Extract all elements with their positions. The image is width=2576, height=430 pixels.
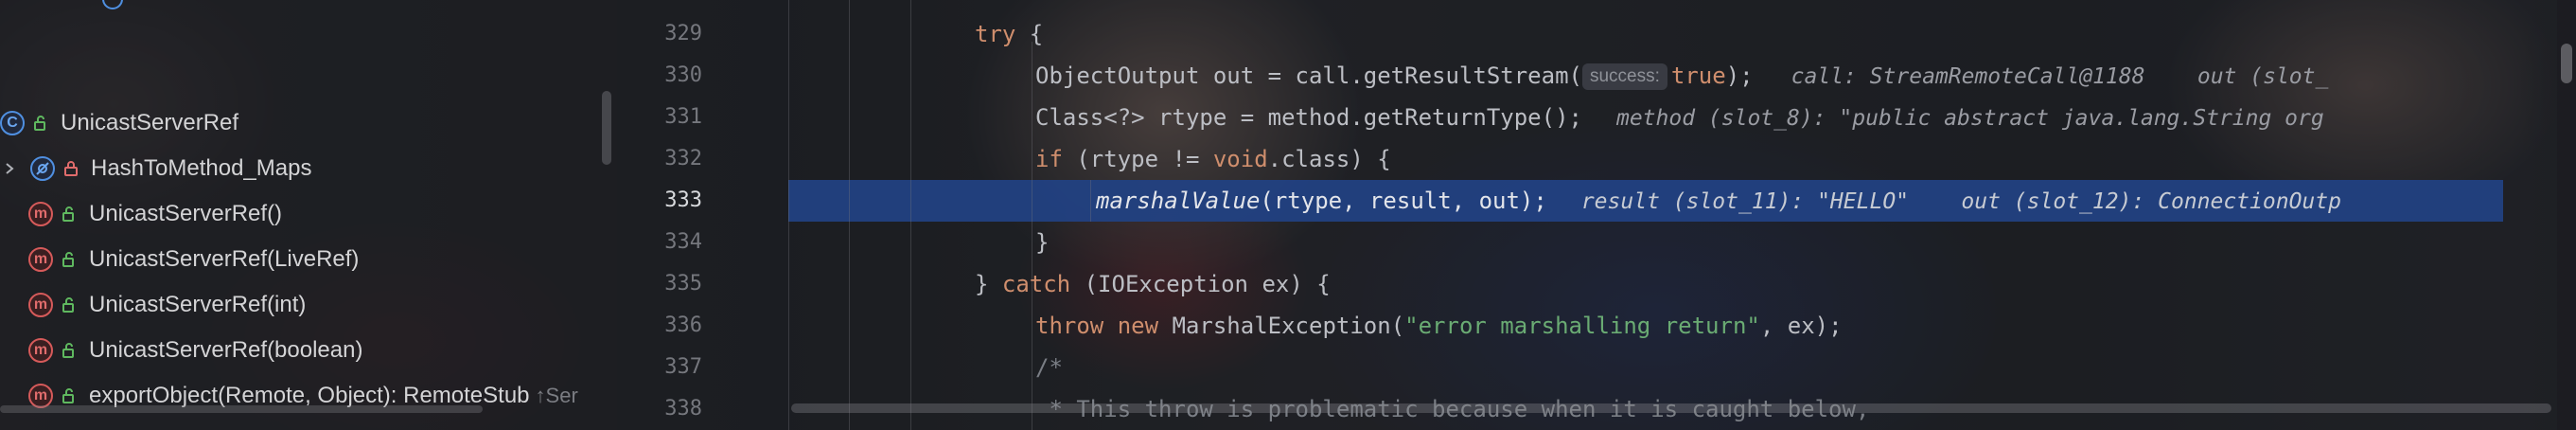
keyword-throw: throw	[1035, 313, 1104, 339]
code-text: (rtype, result, out);	[1260, 188, 1547, 214]
public-lock-icon	[61, 206, 78, 223]
inline-debug-value: method (slot_8): "public abstract java.l…	[1615, 106, 2324, 131]
class-icon: C	[0, 111, 25, 135]
keyword-true: true	[1670, 63, 1726, 89]
keyword-if: if	[1035, 146, 1063, 172]
tree-item-label: UnicastServerRef()	[89, 201, 283, 226]
line-number: 334	[664, 230, 702, 254]
keyword-catch: catch	[1001, 271, 1071, 297]
code-line-336[interactable]: throw new MarshalException("error marsha…	[1035, 305, 1843, 347]
comment-text: /*	[1035, 354, 1063, 381]
method-icon: m	[28, 247, 53, 272]
partial-item-icon	[102, 0, 123, 9]
tree-item-label: UnicastServerRef(int)	[89, 292, 307, 317]
code-line-335[interactable]: } catch (IOException ex) {	[975, 263, 1331, 305]
tree-item-method[interactable]: m UnicastServerRef()	[28, 193, 282, 235]
method-icon: m	[28, 338, 53, 363]
line-number: 331	[664, 105, 702, 129]
private-lock-icon	[62, 160, 79, 177]
code-line-334[interactable]: }	[1035, 222, 1049, 263]
code-line-331[interactable]: Class<?> rtype = method.getReturnType();…	[1035, 97, 2324, 138]
code-text: {	[1015, 21, 1044, 47]
code-line-329[interactable]: try {	[975, 13, 1043, 55]
public-lock-icon	[61, 342, 78, 359]
tree-item-field[interactable]: HashToMethod_Maps	[0, 148, 311, 189]
code-text: }	[975, 271, 1002, 297]
method-icon: m	[28, 293, 53, 317]
field-icon	[30, 156, 55, 181]
line-number: 338	[664, 397, 702, 421]
tree-item-method[interactable]: m UnicastServerRef(int)	[28, 284, 306, 326]
tree-item-label: UnicastServerRef(boolean)	[89, 337, 363, 363]
tree-item-label: UnicastServerRef	[61, 110, 239, 135]
code-text: Class<?> rtype = method.getReturnType();	[1035, 104, 1582, 131]
string-literal: "error marshalling return"	[1404, 313, 1760, 339]
method-icon: m	[28, 202, 53, 226]
public-lock-icon	[61, 387, 78, 404]
tree-item-method[interactable]: m UnicastServerRef(boolean)	[28, 330, 362, 371]
editor-horizontal-scrollbar[interactable]	[791, 403, 2551, 413]
editor-edge-fade	[2519, 0, 2557, 430]
code-text: );	[1725, 63, 1754, 89]
tree-item-label: HashToMethod_Maps	[91, 155, 312, 181]
keyword-try: try	[975, 21, 1016, 47]
line-number: 336	[664, 314, 702, 337]
indent-guide	[849, 0, 850, 430]
inline-debug-value: result (slot_11): "HELLO" out (slot_12):…	[1580, 189, 2341, 214]
inherited-marker: ↑Ser	[535, 384, 578, 407]
public-lock-icon	[32, 115, 49, 132]
code-line-330[interactable]: ObjectOutput out = call.getResultStream(…	[1035, 55, 2328, 97]
tree-item-label: UnicastServerRef(LiveRef)	[89, 246, 360, 272]
code-text: .class) {	[1267, 146, 1391, 172]
code-line-333[interactable]: marshalValue(rtype, result, out); result …	[1096, 180, 2341, 222]
keyword-new: new	[1117, 313, 1159, 339]
structure-panel: C UnicastServerRef HashToMethod_Maps m U…	[0, 0, 617, 430]
indent-guide	[910, 0, 911, 430]
chevron-right-icon[interactable]	[0, 159, 19, 178]
public-lock-icon	[61, 296, 78, 314]
indent-guide	[788, 0, 789, 430]
line-number: 337	[664, 355, 702, 379]
inline-debug-value: call: StreamRemoteCall@1188 out (slot_	[1791, 64, 2329, 89]
line-number: 335	[664, 272, 702, 296]
indent-guide	[1090, 180, 1091, 222]
line-number: 330	[664, 63, 702, 87]
code-text: ObjectOutput out = call.getResultStream(	[1035, 63, 1582, 89]
public-lock-icon	[61, 251, 78, 268]
code-text: }	[1035, 229, 1050, 256]
keyword-void: void	[1212, 146, 1268, 172]
structure-horizontal-scrollbar[interactable]	[0, 405, 483, 413]
tree-item-class[interactable]: C UnicastServerRef	[0, 102, 238, 144]
tree-item-method[interactable]: m UnicastServerRef(LiveRef)	[28, 239, 359, 280]
code-text: (IOException ex) {	[1070, 271, 1331, 297]
code-text: MarshalException(	[1158, 313, 1405, 339]
line-number-active: 333	[664, 188, 702, 212]
code-line-337[interactable]: /*	[1035, 347, 1063, 388]
parameter-hint: success:	[1581, 63, 1667, 90]
code-text: (rtype !=	[1062, 146, 1213, 172]
line-number: 329	[664, 22, 702, 45]
structure-vertical-scrollbar[interactable]	[602, 91, 611, 165]
code-editor[interactable]: 329 330 331 332 333 334 335 336 337 338 …	[617, 0, 2576, 430]
editor-vertical-scrollbar[interactable]	[2561, 44, 2572, 83]
code-text: , ex);	[1759, 313, 1843, 339]
method-call: marshalValue	[1096, 188, 1261, 214]
line-number: 332	[664, 147, 702, 170]
code-line-332[interactable]: if (rtype != void.class) {	[1035, 138, 1391, 180]
